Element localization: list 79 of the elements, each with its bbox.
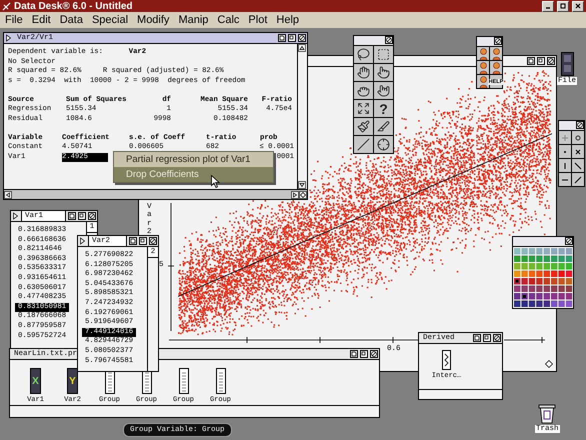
menu-item[interactable]: Data — [60, 14, 83, 26]
cross-icon[interactable] — [574, 148, 582, 156]
trash-icon[interactable] — [538, 404, 556, 424]
document-icon[interactable] — [350, 350, 358, 358]
menu-item[interactable]: Manip — [178, 14, 208, 26]
zoom-box-icon[interactable] — [537, 57, 545, 65]
close-icon[interactable] — [565, 237, 573, 245]
app-icon — [2, 2, 11, 10]
menu-item[interactable]: Special — [92, 14, 128, 26]
close-icon[interactable] — [298, 34, 306, 42]
zoom-box-icon[interactable] — [360, 350, 368, 358]
zoom-box-icon[interactable] — [288, 34, 296, 42]
pointing-hand-icon[interactable] — [377, 66, 390, 79]
menu-item[interactable]: File — [5, 14, 23, 26]
document-icon[interactable] — [527, 57, 535, 65]
close-icon[interactable] — [493, 334, 501, 342]
variable-icon[interactable] — [178, 368, 188, 394]
paintbrush-icon[interactable] — [357, 120, 370, 133]
triangle-icon[interactable] — [12, 212, 19, 220]
variable-icon[interactable]: Y — [67, 368, 78, 394]
close-icon — [575, 3, 581, 9]
hand-icon[interactable] — [357, 66, 370, 79]
derived-variable-icon[interactable] — [442, 350, 451, 370]
menu-item[interactable]: Edit — [32, 14, 51, 26]
app-title: Data Desk® 6.0 - Untitled — [14, 0, 134, 12]
maximize-icon — [560, 3, 566, 9]
close-icon[interactable] — [494, 37, 502, 45]
menu-item[interactable]: Calc — [217, 14, 240, 26]
line-tool-icon[interactable] — [357, 138, 370, 151]
close-icon[interactable] — [576, 121, 584, 129]
menu-item[interactable]: Modify — [137, 14, 170, 26]
variable-icon[interactable] — [216, 368, 226, 394]
circle-icon[interactable] — [574, 134, 582, 142]
resize-handle-icon[interactable] — [299, 190, 307, 198]
close-icon[interactable] — [385, 36, 393, 44]
scroll-left-icon[interactable] — [4, 190, 12, 198]
document-icon[interactable] — [129, 237, 137, 245]
menu-item[interactable]: Plot — [248, 14, 268, 26]
document-icon[interactable] — [278, 34, 286, 42]
scrollbar[interactable] — [297, 44, 307, 189]
menu-item[interactable]: Help — [276, 14, 300, 26]
minimize-button[interactable] — [542, 0, 554, 12]
zoom-box-icon[interactable] — [78, 212, 86, 220]
close-icon[interactable] — [370, 350, 378, 358]
knife-icon[interactable] — [377, 120, 390, 133]
marquee-icon[interactable] — [377, 48, 390, 61]
scroll-right-icon[interactable] — [291, 190, 299, 198]
close-icon[interactable] — [149, 237, 157, 245]
lasso-icon[interactable] — [357, 48, 370, 61]
person-icon[interactable] — [478, 48, 488, 60]
zoom-box-icon[interactable] — [139, 237, 147, 245]
color-palette-drawing[interactable] — [513, 247, 573, 308]
scroll-up-icon[interactable] — [298, 44, 306, 52]
diagonal-line-icon[interactable] — [574, 162, 582, 170]
document-icon[interactable] — [68, 212, 76, 220]
person-icon[interactable] — [478, 62, 488, 74]
close-button[interactable] — [572, 0, 584, 12]
resize-handle-icon[interactable] — [545, 360, 553, 368]
hand-icon[interactable] — [377, 84, 390, 97]
menu-item[interactable]: Partial regression plot of Var1 — [114, 152, 273, 167]
triangle-icon[interactable] — [5, 34, 12, 42]
scroll-down-icon[interactable] — [298, 181, 306, 189]
zoom-box-icon[interactable] — [483, 334, 491, 342]
triangle-icon[interactable] — [79, 237, 86, 245]
slash-icon[interactable] — [574, 176, 582, 184]
variable-icon[interactable]: X — [30, 368, 41, 394]
person-icon[interactable] — [492, 62, 500, 74]
close-icon[interactable] — [88, 212, 96, 220]
file-icon[interactable] — [560, 52, 574, 76]
person-icon[interactable] — [478, 76, 488, 88]
scrollbar[interactable] — [4, 189, 307, 199]
crosshair-icon[interactable] — [377, 138, 390, 151]
close-icon[interactable] — [547, 57, 555, 65]
document-icon[interactable] — [473, 334, 481, 342]
grab-hand-icon[interactable] — [357, 84, 370, 97]
person-icon[interactable] — [492, 48, 500, 60]
maximize-button[interactable] — [557, 0, 569, 12]
cursor-icon — [211, 175, 220, 188]
expand-icon[interactable] — [357, 102, 370, 115]
